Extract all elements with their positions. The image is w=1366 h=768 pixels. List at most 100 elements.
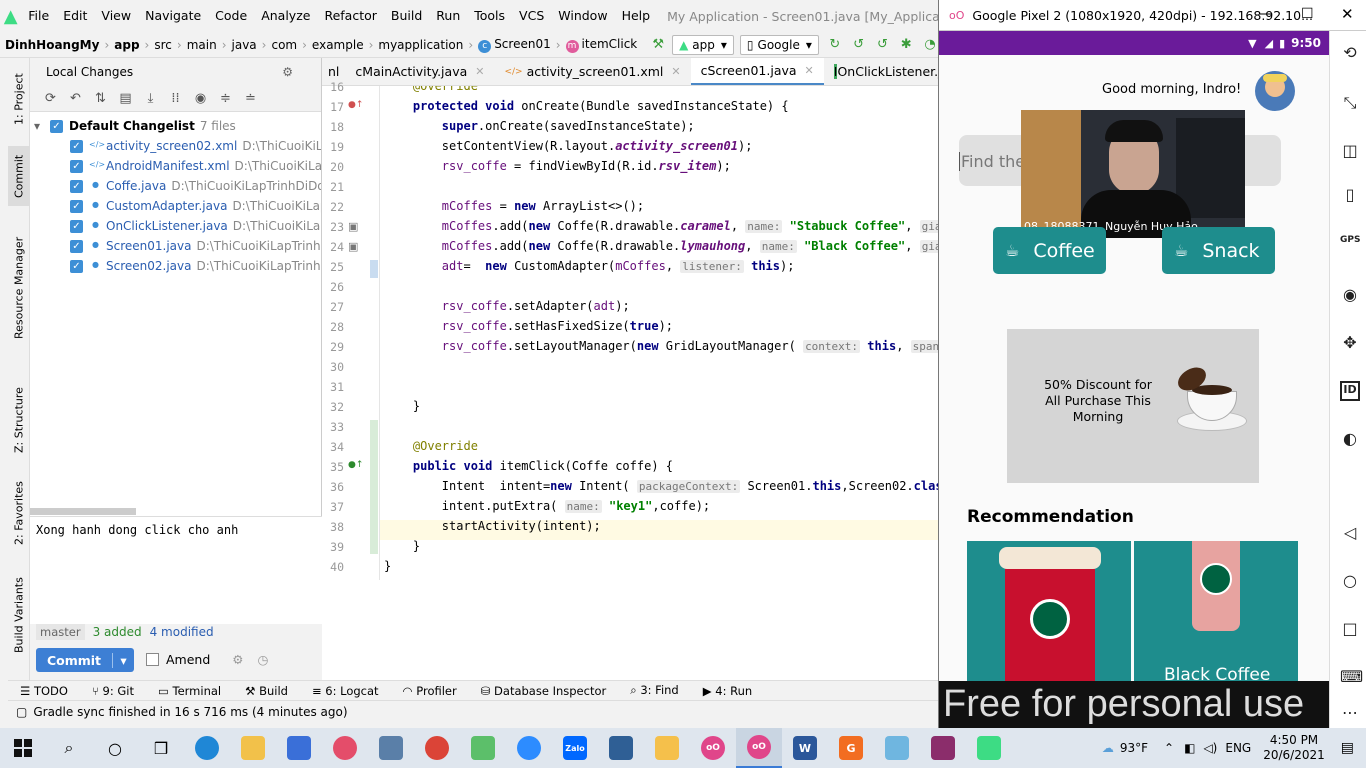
implement-marker-icon[interactable]: ●↑ [348,460,363,470]
weather-icon[interactable]: ☁ [1102,741,1114,755]
rollback-icon[interactable]: ↶ [63,91,88,106]
tool-todo[interactable]: ☰ TODO [8,684,80,698]
image-preview-icon[interactable]: ▣ [348,220,358,233]
menu-edit[interactable]: Edit [56,0,94,32]
chip-snack[interactable]: ☕ Snack [1162,227,1275,274]
tab-favorites[interactable]: 2: Favorites [8,478,30,548]
local-changes-title[interactable]: Local Changes [46,65,133,79]
store-icon[interactable] [276,728,322,768]
breadcrumb-project[interactable]: DinhHoangMy [0,38,104,52]
menu-window[interactable]: Window [551,0,614,32]
notification-icon[interactable]: ▤ [1341,740,1354,756]
checkbox[interactable]: ✓ [70,159,83,173]
tool-run[interactable]: ▶ 4: Run [691,684,764,698]
overview-icon[interactable]: □ [1340,619,1360,639]
menu-refactor[interactable]: Refactor [317,0,383,32]
rotate-right-icon[interactable]: ⤡ [1340,93,1360,113]
keyboard-icon[interactable]: ⌨ [1340,667,1363,687]
checkbox[interactable]: ✓ [50,119,63,133]
task-view-icon[interactable]: ❒ [138,728,184,768]
tab-build-variants[interactable]: Build Variants [8,570,30,660]
chevron-up-icon[interactable]: ⌃ [1164,741,1174,755]
gps-icon[interactable]: GPS [1340,235,1360,255]
close-icon[interactable]: ✕ [475,65,484,78]
camera-icon[interactable]: ◫ [1340,141,1360,161]
product-card[interactable]: Black Coffee [1134,541,1298,681]
menu-run[interactable]: Run [429,0,467,32]
eye-icon[interactable]: ◉ [188,91,213,106]
status-icon[interactable]: ▢ [16,705,27,719]
tool-profiler[interactable]: ◠ Profiler [391,684,469,698]
list-item[interactable]: ✓●OnClickListener.javaD:\ThiCuoiKiLapTri… [30,216,321,236]
rerun-icon[interactable]: ↻ [827,37,843,53]
lang-indicator[interactable]: ENG [1225,741,1251,755]
promo-banner[interactable]: 50% Discount for All Purchase This Morni… [1007,329,1259,483]
breadcrumb-com[interactable]: com [266,38,302,52]
apply-code-changes-icon[interactable]: ↺ [875,37,891,53]
changelist-row[interactable]: ▾ ✓ Default Changelist 7 files [30,116,321,136]
commit-message-field[interactable]: Xong hanh dong click cho anh [30,516,322,624]
commit-button[interactable]: Commit ▾ [36,648,134,672]
clock[interactable]: 4:50 PM 20/6/2021 [1263,733,1325,763]
tab-commit[interactable]: Commit [8,146,30,206]
breadcrumb-main[interactable]: main [182,38,222,52]
record-icon[interactable]: ◐ [1340,429,1360,449]
gear-icon[interactable]: ⚙ [232,652,243,667]
chrome-icon[interactable] [414,728,460,768]
volume-icon[interactable]: ◁) [1203,741,1217,755]
battery-icon[interactable]: ▯ [1340,185,1360,205]
collapse-all-icon[interactable]: ≐ [238,91,263,106]
home-icon[interactable]: ○ [1340,571,1360,591]
word-icon[interactable]: W [782,728,828,768]
checkbox[interactable]: ✓ [70,199,83,213]
debug-icon[interactable]: ✱ [898,37,914,53]
menu-view[interactable]: View [94,0,138,32]
checkbox[interactable]: ✓ [70,239,83,253]
tab-mainactivity[interactable]: c MainActivity.java ✕ [345,58,494,85]
menu-analyze[interactable]: Analyze [254,0,317,32]
notepad-icon[interactable] [874,728,920,768]
android-studio-taskbar-icon[interactable] [966,728,1012,768]
fingerprint-icon[interactable]: ◉ [1340,285,1360,305]
more-icon[interactable]: ⋯ [1340,703,1360,723]
checkbox[interactable]: ✓ [70,259,83,273]
menu-code[interactable]: Code [208,0,254,32]
menu-tools[interactable]: Tools [467,0,512,32]
run-config-select[interactable]: ▲ app ▾ [672,34,734,55]
breadcrumb-example[interactable]: example [307,38,369,52]
gear-icon[interactable]: ⚙ [282,65,293,79]
menu-build[interactable]: Build [384,0,429,32]
menu-vcs[interactable]: VCS [512,0,551,32]
refresh-icon[interactable]: ⟳ [38,91,63,106]
menu-help[interactable]: Help [615,0,658,32]
list-item[interactable]: ✓</>activity_screen02.xmlD:\ThiCuoiKiLap… [30,136,321,156]
windows-start-icon[interactable] [0,728,46,768]
dpad-icon[interactable]: ✥ [1340,333,1360,353]
edge-icon[interactable] [184,728,230,768]
override-marker-icon[interactable]: ●↑ [348,100,363,110]
tool-logcat[interactable]: ≡ 6: Logcat [300,684,391,698]
tool-build[interactable]: ⚒ Build [233,684,300,698]
chip-coffee[interactable]: ☕ Coffee [993,227,1106,274]
tool-git[interactable]: ⑂ 9: Git [80,684,146,698]
diff-icon[interactable]: ⇅ [88,91,113,106]
breadcrumb-myapplication[interactable]: myapplication [373,38,468,52]
editor-blank-area[interactable] [322,580,938,680]
horizontal-scrollbar[interactable] [30,508,136,515]
rotate-icon[interactable]: ⟲ [1340,43,1360,63]
close-icon[interactable]: ✕ [1341,5,1354,23]
product-card[interactable] [967,541,1131,681]
chevron-down-icon[interactable]: ▾ [112,652,134,668]
breadcrumb-src[interactable]: src [149,38,177,52]
tab-project[interactable]: 1: Project [8,64,30,134]
remote-desktop-icon[interactable] [368,728,414,768]
tab-onclicklistener[interactable]: IOnClickListener.java✕ [824,58,938,85]
changelist-icon[interactable]: ▤ [113,91,138,106]
tab-structure[interactable]: Z: Structure [8,380,30,460]
code-editor[interactable]: @Override protected void onCreate(Bundle… [380,86,938,580]
breadcrumb-app[interactable]: app [109,38,144,52]
list-item[interactable]: ✓●Screen02.javaD:\ThiCuoiKiLapTrinhDiDo [30,256,321,276]
phone-screen[interactable]: ▼ ◢ ▮ 9:50 Good morning, Indro! Find the… [939,31,1329,681]
list-item[interactable]: ✓●CustomAdapter.javaD:\ThiCuoiKiLapTri [30,196,321,216]
cortana-icon[interactable]: ○ [92,728,138,768]
